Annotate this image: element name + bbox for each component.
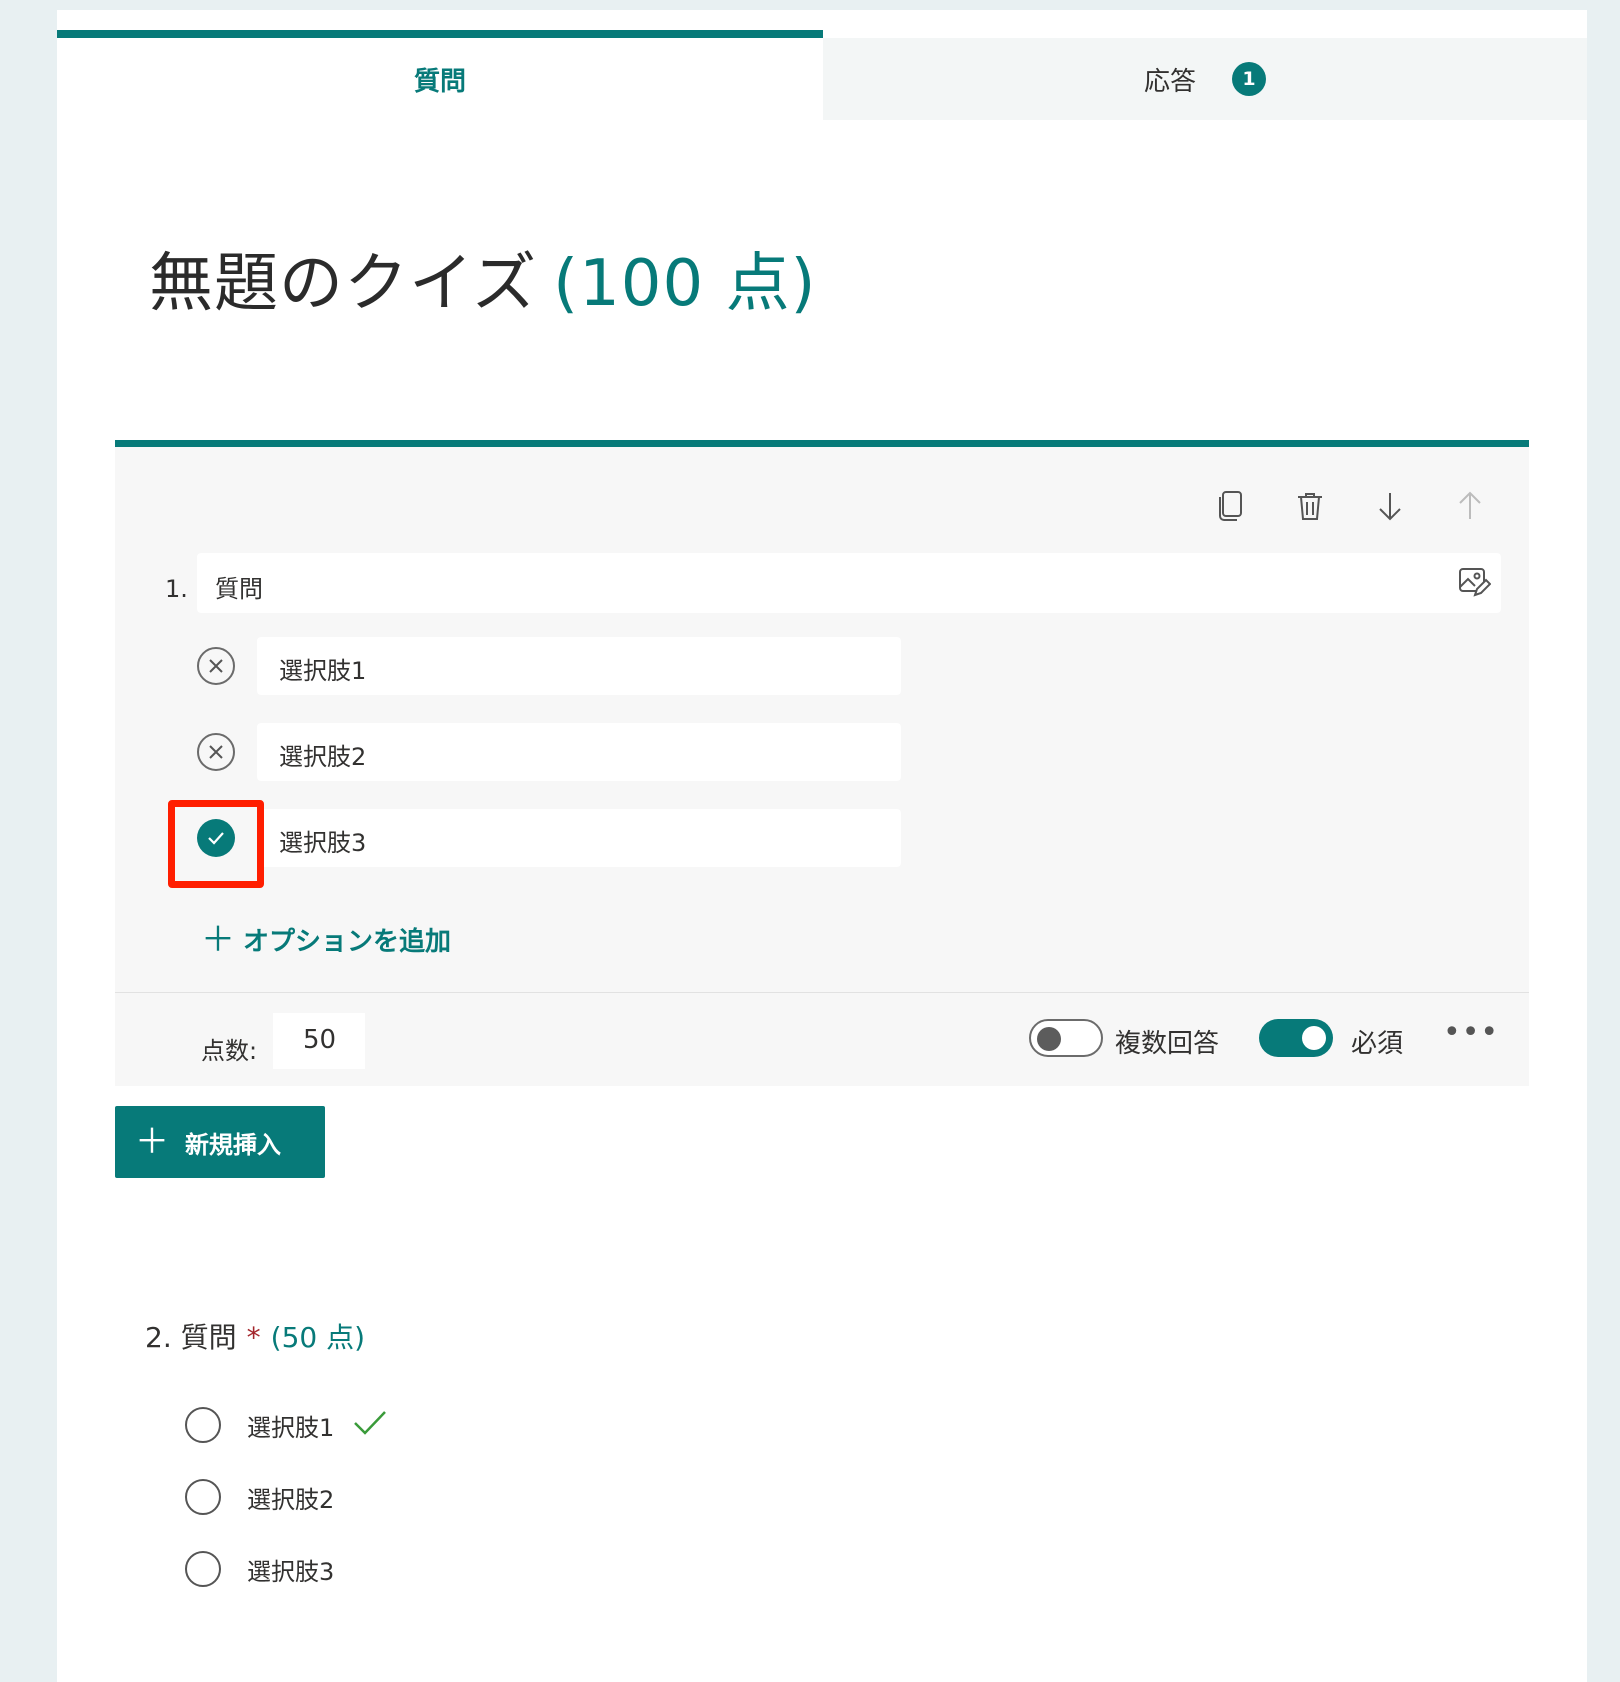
tab-responses[interactable]: 応答 1	[823, 38, 1587, 120]
insert-new-label: 新規挿入	[185, 1130, 281, 1159]
option-input[interactable]: 選択肢3	[257, 809, 901, 867]
toggle-knob	[1302, 1026, 1326, 1050]
q2-option-row[interactable]: 選択肢2	[185, 1477, 334, 1517]
tab-bar: 質問 応答 1	[57, 30, 1587, 120]
close-icon[interactable]	[197, 647, 235, 685]
option-row: 選択肢3	[197, 809, 937, 867]
question-title-text: 質問	[215, 575, 263, 603]
insert-new-button[interactable]: ＋ 新規挿入	[115, 1106, 325, 1178]
score-label: 点数:	[201, 1037, 258, 1065]
q2-option-row[interactable]: 選択肢3	[185, 1549, 334, 1589]
required-label: 必須	[1351, 1029, 1404, 1059]
correct-check-icon	[352, 1409, 388, 1441]
multiple-answers-toggle[interactable]	[1029, 1019, 1103, 1057]
trash-icon[interactable]	[1291, 487, 1329, 525]
radio-button[interactable]	[185, 1551, 221, 1587]
question-2-points: (50 点)	[270, 1321, 366, 1354]
insert-media-icon[interactable]	[1457, 565, 1492, 605]
score-input[interactable]: 50	[273, 1013, 365, 1069]
required-toggle[interactable]	[1259, 1019, 1333, 1057]
tab-questions-label: 質問	[413, 66, 466, 97]
plus-icon: ＋	[201, 919, 235, 960]
tab-questions[interactable]: 質問	[57, 30, 823, 120]
quiz-total-points: (100 点)	[553, 247, 817, 321]
form-page: 質問 応答 1 無題のクイズ (100 点) 1. 質問 選択肢1 選択肢2 選…	[57, 10, 1587, 1682]
question-2-text: 質問	[180, 1321, 237, 1354]
multiple-answers-label: 複数回答	[1115, 1029, 1220, 1059]
option-input[interactable]: 選択肢2	[257, 723, 901, 781]
option-label: 選択肢1	[279, 657, 367, 685]
required-asterisk: *	[246, 1321, 261, 1354]
q2-option-label: 選択肢1	[247, 1413, 335, 1442]
question-title-input[interactable]: 質問	[197, 553, 1501, 613]
q2-option-label: 選択肢3	[247, 1557, 335, 1586]
option-row: 選択肢1	[197, 637, 937, 695]
arrow-up-icon[interactable]	[1451, 487, 1489, 525]
option-label: 選択肢3	[279, 829, 367, 857]
more-options-icon[interactable]: •••	[1443, 1015, 1499, 1050]
option-input[interactable]: 選択肢1	[257, 637, 901, 695]
question-toolbar	[1211, 487, 1489, 525]
quiz-title-text: 無題のクイズ	[149, 247, 538, 321]
question-editor-card: 1. 質問 選択肢1 選択肢2 選択肢3 ＋ オプションを追加 点数: 50 複…	[115, 440, 1529, 1086]
responses-count-badge: 1	[1232, 62, 1266, 96]
question-2-preview[interactable]: 2. 質問 * (50 点)	[145, 1316, 365, 1356]
add-option-button[interactable]: ＋ オプションを追加	[201, 921, 451, 958]
question-settings-bar: 点数: 50 複数回答 必須 •••	[115, 992, 1529, 1086]
toggle-knob	[1037, 1027, 1061, 1051]
add-option-label: オプションを追加	[243, 927, 452, 957]
close-icon[interactable]	[197, 733, 235, 771]
highlight-box	[168, 800, 264, 888]
arrow-down-icon[interactable]	[1371, 487, 1409, 525]
question-number: 1.	[165, 575, 188, 603]
option-label: 選択肢2	[279, 743, 367, 771]
copy-icon[interactable]	[1211, 487, 1249, 525]
q2-option-label: 選択肢2	[247, 1485, 335, 1514]
tab-responses-label: 応答	[1143, 66, 1196, 97]
radio-button[interactable]	[185, 1407, 221, 1443]
q2-option-row[interactable]: 選択肢1	[185, 1405, 388, 1445]
question-2-number: 2.	[145, 1321, 172, 1354]
quiz-title[interactable]: 無題のクイズ (100 点)	[149, 232, 817, 324]
plus-icon: ＋	[135, 1122, 169, 1162]
option-row: 選択肢2	[197, 723, 937, 781]
radio-button[interactable]	[185, 1479, 221, 1515]
